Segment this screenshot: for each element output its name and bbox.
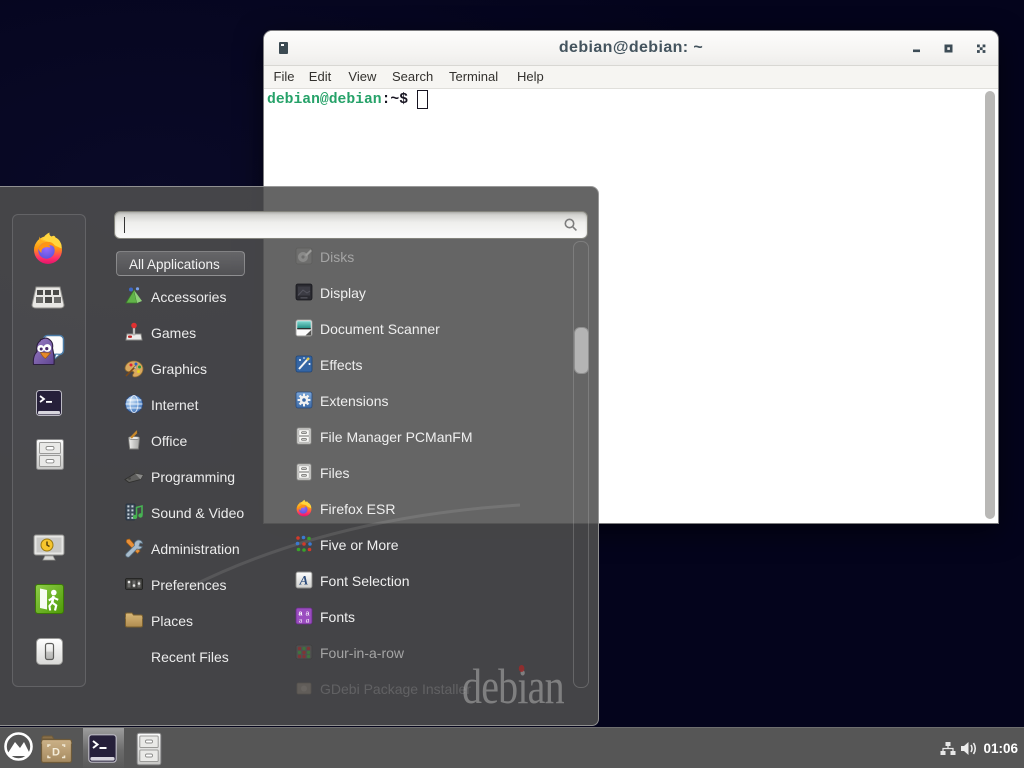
svg-text:A: A	[299, 573, 309, 588]
svg-text:a: a	[306, 617, 310, 625]
svg-text:D: D	[52, 747, 60, 759]
